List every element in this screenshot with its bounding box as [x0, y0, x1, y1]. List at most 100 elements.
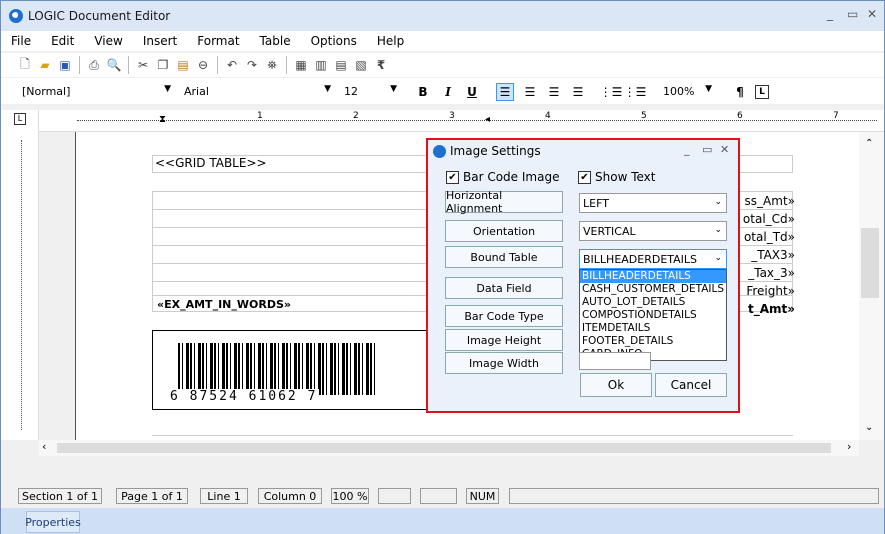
- vertical-scrollbar[interactable]: ⌃ ⌄: [859, 132, 884, 440]
- italic-button[interactable]: I: [439, 83, 457, 101]
- font-select[interactable]: Arial ▼: [179, 81, 335, 101]
- menu-insert[interactable]: Insert: [133, 34, 187, 48]
- save-icon[interactable]: ▣: [57, 57, 73, 73]
- bullet-list-icon[interactable]: ⋮☰: [600, 83, 623, 101]
- align-justify-icon[interactable]: ☰: [569, 83, 587, 101]
- barcode-bars: [178, 343, 378, 395]
- underline-button[interactable]: U: [463, 83, 481, 101]
- barcode-digits: 6 87524 61062 7: [168, 389, 320, 404]
- ruler-ticks: [21, 140, 22, 430]
- scroll-left-icon[interactable]: ‹: [42, 440, 46, 453]
- orientation-select[interactable]: VERTICAL ⌄: [579, 221, 727, 241]
- dropdown-option[interactable]: ITEMDETAILS: [580, 322, 726, 335]
- maximize-icon[interactable]: ▭: [702, 143, 712, 156]
- orientation-value: VERTICAL: [583, 224, 636, 238]
- cancel-button[interactable]: Cancel: [655, 373, 727, 397]
- new-file-icon[interactable]: 🗋: [17, 57, 33, 73]
- ruler-ticks: [77, 120, 877, 121]
- status-empty-2: [420, 488, 457, 504]
- dropdown-option-selected[interactable]: BILLHEADERDETAILS: [580, 270, 726, 283]
- align-left-icon[interactable]: ☰: [496, 83, 514, 101]
- scroll-thumb[interactable]: [861, 228, 879, 298]
- menu-options[interactable]: Options: [301, 34, 367, 48]
- menu-file[interactable]: File: [1, 34, 41, 48]
- bar-code-image-checkbox[interactable]: ✔ Bar Code Image: [446, 170, 559, 184]
- status-column: Column 0: [258, 488, 322, 504]
- image-settings-dialog: Image Settings _ ▭ ✕ ✔ Bar Code Image ✔ Sh…: [426, 138, 740, 413]
- ruler-mark: 6: [737, 111, 743, 121]
- paragraph-mark-icon[interactable]: ¶: [731, 83, 749, 101]
- menu-view[interactable]: View: [84, 34, 132, 48]
- align-right-icon[interactable]: ☰: [545, 83, 563, 101]
- status-page: Page 1 of 1: [116, 488, 188, 504]
- horizontal-alignment-button[interactable]: Horizontal Alignment: [445, 189, 563, 215]
- table-col-icon[interactable]: ▤: [333, 57, 349, 73]
- menu-format[interactable]: Format: [187, 34, 249, 48]
- ok-button[interactable]: Ok: [580, 373, 652, 397]
- paste-icon[interactable]: ▤: [175, 57, 191, 73]
- chevron-down-icon: ▼: [164, 84, 171, 94]
- style-select[interactable]: [Normal] ▼: [17, 81, 175, 101]
- right-indent-marker-icon[interactable]: ◂: [485, 114, 490, 125]
- bound-table-button[interactable]: Bound Table: [445, 246, 563, 268]
- minimize-icon[interactable]: _: [684, 143, 690, 156]
- orientation-button[interactable]: Orientation: [445, 220, 563, 242]
- bound-table-select[interactable]: BILLHEADERDETAILS ⌄: [579, 249, 727, 269]
- hscroll-thumb[interactable]: [57, 443, 831, 453]
- align-center-icon[interactable]: ☰: [521, 83, 539, 101]
- numbered-list-icon[interactable]: ⋮☰: [624, 83, 647, 101]
- data-field-button[interactable]: Data Field: [445, 277, 563, 299]
- scroll-up-icon[interactable]: ⌃: [865, 138, 873, 149]
- menu-bar: File Edit View Insert Format Table Optio…: [1, 31, 884, 51]
- horizontal-alignment-select[interactable]: LEFT ⌄: [579, 193, 727, 213]
- find-icon[interactable]: ⛯: [264, 57, 280, 73]
- tab-type-icon[interactable]: L: [14, 113, 26, 125]
- image-height-button[interactable]: Image Height: [445, 329, 563, 351]
- minimize-icon[interactable]: _: [827, 7, 833, 21]
- menu-edit[interactable]: Edit: [41, 34, 84, 48]
- undo-icon[interactable]: ↶: [224, 57, 240, 73]
- status-message: [509, 488, 879, 504]
- status-empty-1: [378, 488, 411, 504]
- zoom-select[interactable]: 100% ▼: [658, 81, 716, 101]
- maximize-icon[interactable]: ▭: [847, 7, 858, 21]
- ruler-mark: 1: [257, 111, 263, 121]
- status-line: Line 1: [200, 488, 248, 504]
- rupee-icon[interactable]: ₹: [373, 57, 389, 73]
- image-width-button[interactable]: Image Width: [445, 352, 563, 374]
- dropdown-option[interactable]: COMPOSTIONDETAILS: [580, 309, 726, 322]
- indent-marker-icon[interactable]: ⧗: [159, 114, 166, 125]
- close-icon[interactable]: ✕: [867, 7, 877, 21]
- redo-icon[interactable]: ↷: [244, 57, 260, 73]
- close-icon[interactable]: ✕: [720, 143, 729, 156]
- print-icon[interactable]: ⎙: [86, 57, 102, 73]
- delete-icon[interactable]: ⊖: [195, 57, 211, 73]
- scroll-down-icon[interactable]: ⌄: [865, 422, 873, 433]
- horizontal-scrollbar[interactable]: ‹ ›: [39, 440, 859, 456]
- print-preview-icon[interactable]: 🔍: [106, 57, 122, 73]
- dropdown-option[interactable]: CASH_CUSTOMER_DETAILS: [580, 283, 726, 296]
- table-insert-icon[interactable]: ▦: [293, 57, 309, 73]
- properties-tab[interactable]: Properties: [25, 511, 81, 533]
- tab-stop-icon[interactable]: L: [755, 85, 769, 99]
- table-delete-icon[interactable]: ▧: [353, 57, 369, 73]
- menu-help[interactable]: Help: [367, 34, 414, 48]
- image-width-input[interactable]: [579, 352, 651, 370]
- status-zoom: 100 %: [331, 488, 369, 504]
- barcode-image[interactable]: 6 87524 61062 7: [152, 330, 428, 410]
- show-text-checkbox[interactable]: ✔ Show Text: [578, 170, 655, 184]
- scroll-right-icon[interactable]: ›: [847, 440, 851, 453]
- font-size-select[interactable]: 12 ▼: [339, 81, 401, 101]
- copy-icon[interactable]: ❐: [155, 57, 171, 73]
- cut-icon[interactable]: ✂: [135, 57, 151, 73]
- table-row-icon[interactable]: ▥: [313, 57, 329, 73]
- main-window: LOGIC Document Editor _ ▭ ✕ File Edit Vi…: [0, 0, 885, 534]
- dropdown-option[interactable]: FOOTER_DETAILS: [580, 335, 726, 348]
- bar-code-type-button[interactable]: Bar Code Type: [445, 305, 563, 327]
- menu-table[interactable]: Table: [250, 34, 301, 48]
- open-folder-icon[interactable]: ▰: [37, 57, 53, 73]
- chevron-down-icon: ⌄: [714, 197, 722, 207]
- bold-button[interactable]: B: [414, 83, 432, 101]
- font-value: Arial: [184, 84, 209, 98]
- dropdown-option[interactable]: AUTO_LOT_DETAILS: [580, 296, 726, 309]
